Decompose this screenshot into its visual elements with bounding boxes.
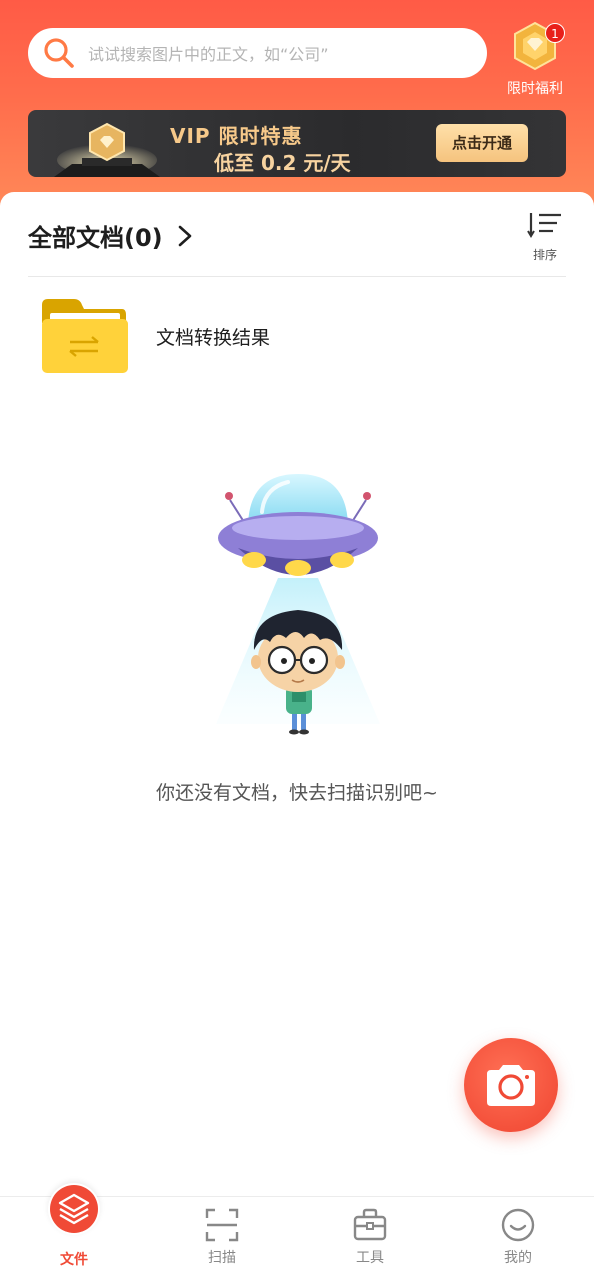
camera-button[interactable] xyxy=(464,1038,558,1132)
nav-item-mine[interactable]: 我的 xyxy=(444,1197,592,1280)
search-icon xyxy=(44,38,74,68)
notification-badge: 1 xyxy=(545,23,565,43)
limited-welfare-button[interactable]: 1 限时福利 xyxy=(500,20,570,100)
nav-label-files: 文件 xyxy=(60,1252,88,1268)
vip-activate-button[interactable]: 点击开通 xyxy=(436,124,528,162)
welfare-label: 限时福利 xyxy=(507,81,563,97)
ufo-boy-illustration xyxy=(216,474,380,735)
sort-button[interactable]: 排序 xyxy=(520,210,570,263)
bottom-nav: 文件 扫描 工具 我的 xyxy=(0,1183,594,1280)
vip-diamond-stage-icon xyxy=(54,122,160,177)
toolbox-icon xyxy=(353,1208,387,1241)
header: 试试搜索图片中的正文，如“公司” 1 限时福利 VIP 限时特惠 低至 0.2 … xyxy=(0,0,594,215)
nav-label-tools: 工具 xyxy=(356,1250,384,1266)
search-placeholder: 试试搜索图片中的正文，如“公司” xyxy=(88,45,329,64)
nav-label-scan: 扫描 xyxy=(208,1250,236,1266)
divider xyxy=(28,276,566,277)
vip-price: 低至 0.2 元/天 xyxy=(214,151,351,175)
nav-item-tools[interactable]: 工具 xyxy=(296,1197,444,1280)
nav-label-mine: 我的 xyxy=(504,1250,532,1266)
nav-item-scan[interactable]: 扫描 xyxy=(148,1197,296,1280)
active-tab-bubble xyxy=(48,1183,100,1235)
folder-convert-icon xyxy=(42,299,128,373)
vip-title: VIP 限时特惠 xyxy=(170,124,303,148)
empty-state-text: 你还没有文档，快去扫描识别吧~ xyxy=(156,782,438,804)
nav-item-files[interactable]: 文件 xyxy=(0,1183,148,1280)
folder-name: 文档转换结果 xyxy=(156,326,271,349)
folder-item[interactable]: 文档转换结果 xyxy=(40,296,566,376)
chevron-right-icon xyxy=(178,225,191,246)
smile-icon xyxy=(501,1208,535,1242)
scan-icon xyxy=(205,1208,239,1242)
camera-icon xyxy=(487,1065,535,1106)
search-input[interactable]: 试试搜索图片中的正文，如“公司” xyxy=(28,28,487,78)
sort-label: 排序 xyxy=(532,248,557,262)
vip-banner[interactable]: VIP 限时特惠 低至 0.2 元/天 点击开通 xyxy=(28,110,566,177)
all-documents-title: 全部文档(0) xyxy=(28,224,163,252)
layers-icon xyxy=(50,1185,98,1233)
all-documents-header[interactable]: 全部文档(0) xyxy=(28,218,193,253)
sort-icon xyxy=(527,213,561,238)
